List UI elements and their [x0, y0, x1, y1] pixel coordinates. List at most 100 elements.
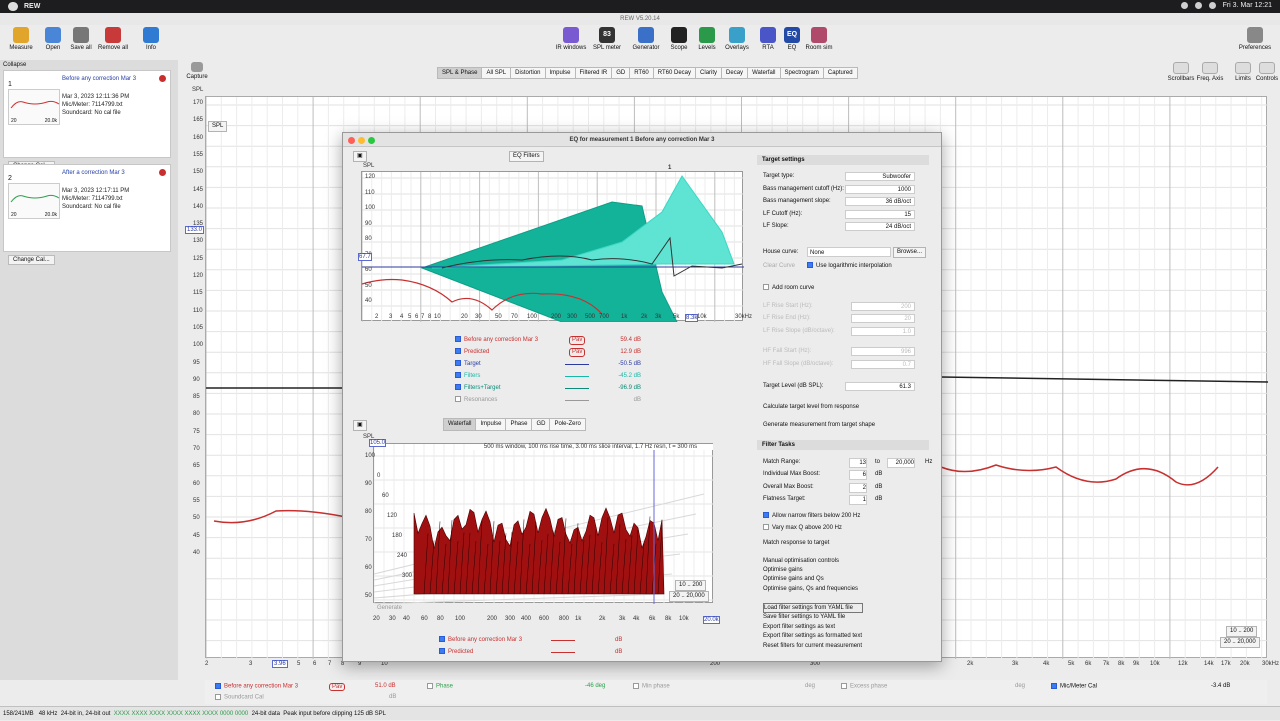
eq-action-3[interactable]: Optimise gains and Qs: [763, 574, 933, 584]
wf-generate[interactable]: Generate: [377, 605, 402, 611]
match-from-value[interactable]: 13: [849, 458, 867, 468]
toolbar-button-4[interactable]: Info: [134, 27, 168, 51]
toolbar-tool-8[interactable]: Room sim: [802, 27, 836, 51]
app-menu[interactable]: REW: [24, 3, 40, 10]
gen-measurement-button[interactable]: Generate measurement from target shape: [763, 420, 933, 430]
add-room-check[interactable]: [763, 284, 769, 291]
legend-checkbox[interactable]: [455, 348, 461, 355]
legend-check[interactable]: [215, 683, 221, 689]
eq-bottom-tab[interactable]: Phase: [505, 418, 533, 431]
eq-filters-button[interactable]: EQ Filters: [509, 151, 544, 162]
eq-capture-button[interactable]: ▣: [353, 151, 367, 162]
task-value[interactable]: 2: [849, 482, 867, 493]
wf-capture-button[interactable]: ▣: [353, 420, 367, 431]
setting-value[interactable]: Subwoofer: [845, 172, 915, 181]
zoom-icon[interactable]: [368, 137, 375, 144]
legend-checkbox[interactable]: [455, 396, 461, 403]
search-icon[interactable]: [1208, 2, 1216, 9]
task-value[interactable]: 6: [849, 470, 867, 480]
eq-bottom-tab[interactable]: Pole-Zero: [549, 418, 586, 431]
range-a-button[interactable]: 10 .. 200: [1226, 626, 1258, 637]
task-value[interactable]: 1: [849, 495, 867, 505]
close-icon[interactable]: [348, 137, 355, 144]
tab-3[interactable]: Impulse: [544, 67, 576, 79]
calc-target-button[interactable]: Calculate target level from response: [763, 402, 933, 412]
eq-bottom-tab[interactable]: Waterfall: [443, 418, 477, 431]
y-mode-select[interactable]: SPL: [208, 121, 228, 132]
tab-8[interactable]: Clarity: [695, 67, 723, 79]
excess-check[interactable]: [841, 683, 847, 689]
tab-12[interactable]: Captured: [822, 67, 858, 79]
range-b-button[interactable]: 20 .. 20,000: [1220, 637, 1260, 648]
log-interp-check[interactable]: [807, 262, 813, 269]
mic-cal-check[interactable]: [1051, 683, 1057, 689]
legend-checkbox[interactable]: [455, 384, 461, 391]
measurement-name[interactable]: Before any correction Mar 3: [62, 76, 136, 82]
wf-legend-checkbox[interactable]: [439, 636, 445, 643]
phase-check[interactable]: [427, 683, 433, 689]
change-cal-button[interactable]: Change Cal...: [8, 255, 55, 265]
legend-badge[interactable]: Pav: [569, 336, 586, 345]
measurement-card[interactable]: 1 Before any correction Mar 3 20 20.0k Mar 3…: [3, 70, 171, 158]
wifi-icon[interactable]: [1194, 2, 1202, 9]
legend-checkbox[interactable]: [455, 360, 461, 367]
remove-icon[interactable]: [159, 169, 166, 176]
wf-legend-checkbox[interactable]: [439, 648, 445, 655]
toolbar-button-2[interactable]: Save all: [64, 27, 98, 51]
eq-action-0[interactable]: Match response to target: [763, 538, 933, 548]
vary-q-check[interactable]: [763, 524, 769, 531]
wf-range-b[interactable]: 20 .. 20,000: [669, 591, 709, 602]
toolbar-tool-4[interactable]: Levels: [690, 27, 724, 51]
preferences-button[interactable]: Preferences: [1238, 27, 1272, 51]
sound-cal-check[interactable]: [215, 694, 221, 700]
toolbar-button-0[interactable]: Measure: [4, 27, 38, 51]
right-tool-0[interactable]: Scrollbars: [1166, 62, 1196, 82]
toolbar-tool-2[interactable]: Generator: [629, 27, 663, 51]
setting-value[interactable]: 15: [845, 209, 915, 219]
target-level-value[interactable]: 61.3: [845, 382, 915, 391]
min-phase-check[interactable]: [633, 683, 639, 689]
setting-value[interactable]: 24 dB/oct: [845, 222, 915, 231]
tab-0[interactable]: SPL & Phase: [437, 67, 483, 79]
legend-badge[interactable]: Pav: [569, 348, 586, 357]
tab-5[interactable]: GD: [611, 67, 631, 79]
match-to-value[interactable]: 20,000: [887, 458, 915, 468]
browse-button[interactable]: Browse...: [893, 247, 927, 258]
legend-checkbox[interactable]: [455, 336, 461, 343]
tab-2[interactable]: Distortion: [510, 67, 546, 79]
eq-action-4[interactable]: Optimise gains, Qs and frequencies: [763, 584, 933, 594]
toolbar-tool-0[interactable]: IR windows: [554, 27, 588, 51]
capture-button[interactable]: Capture: [180, 62, 214, 80]
menu-clock[interactable]: Fri 3. Mar 12:21: [1223, 2, 1272, 9]
remove-icon[interactable]: [159, 75, 166, 82]
minimize-icon[interactable]: [358, 137, 365, 144]
right-tool-1[interactable]: Freq. Axis: [1195, 62, 1225, 82]
setting-value[interactable]: 36 dB/oct: [845, 197, 915, 206]
tab-11[interactable]: Spectrogram: [779, 67, 824, 79]
legend-checkbox[interactable]: [455, 372, 461, 379]
allow-narrow-check[interactable]: [763, 512, 769, 519]
tab-1[interactable]: All SPL: [481, 67, 512, 79]
measurement-card[interactable]: 2 After a correction Mar 3 20 20.0k Mar 3, 2…: [3, 164, 171, 252]
tab-4[interactable]: Filtered IR: [574, 67, 613, 79]
tab-9[interactable]: Decay: [721, 67, 749, 79]
tab-10[interactable]: Waterfall: [747, 67, 781, 79]
tab-6[interactable]: RT60: [629, 67, 654, 79]
eq-action-8[interactable]: Export filter settings as formatted text: [763, 631, 933, 641]
status-icon[interactable]: [1180, 2, 1188, 9]
toolbar-tool-1[interactable]: 83 SPL meter: [590, 27, 624, 51]
collapse-button[interactable]: Collapse: [3, 62, 26, 68]
toolbar-tool-5[interactable]: Overlays: [720, 27, 754, 51]
eq-bottom-tab[interactable]: Impulse: [475, 418, 507, 431]
legend-badge[interactable]: Pav: [329, 683, 346, 691]
eq-action-6[interactable]: Save filter settings to YAML file: [763, 612, 933, 622]
eq-bottom-tab[interactable]: GD: [531, 418, 551, 431]
measurement-name[interactable]: After a correction Mar 3: [62, 170, 125, 176]
house-curve-field[interactable]: None: [807, 247, 891, 257]
setting-value[interactable]: 1000: [845, 184, 915, 194]
eq-response-plot[interactable]: [361, 171, 745, 323]
wf-range-a[interactable]: 10 .. 200: [675, 580, 707, 591]
apple-icon[interactable]: [8, 2, 18, 11]
waterfall-plot[interactable]: [373, 443, 714, 605]
tab-7[interactable]: RT60 Decay: [652, 67, 697, 79]
